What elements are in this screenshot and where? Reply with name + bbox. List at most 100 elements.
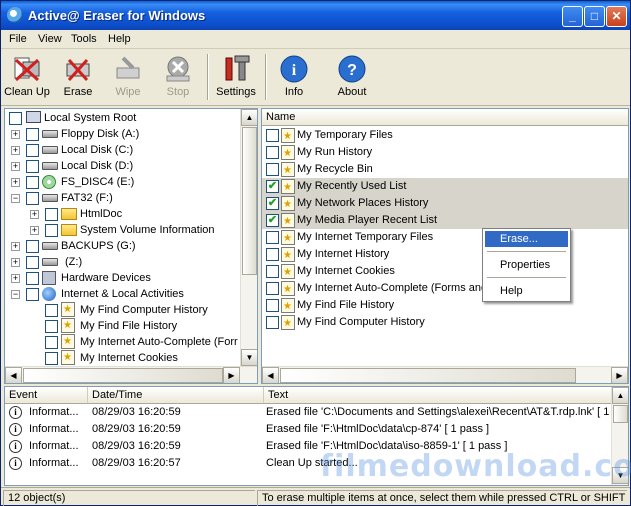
scroll-thumb[interactable] — [242, 127, 257, 275]
tree-checkbox[interactable] — [26, 256, 39, 269]
list-item-checkbox[interactable]: ✔ — [266, 180, 279, 193]
settings-button[interactable]: Settings — [213, 52, 259, 102]
globe-icon — [42, 287, 56, 301]
tree-checkbox[interactable] — [26, 160, 39, 173]
expand-toggle[interactable]: + — [11, 274, 20, 283]
expand-toggle[interactable]: + — [11, 242, 20, 251]
expand-toggle[interactable]: + — [11, 258, 20, 267]
list-horizontal-scrollbar[interactable]: ◀ ▶ — [262, 366, 628, 383]
tree-checkbox[interactable] — [45, 224, 58, 237]
expand-toggle[interactable]: + — [30, 226, 39, 235]
cd-drive-icon — [42, 175, 56, 189]
tree-checkbox[interactable] — [45, 320, 58, 333]
app-icon — [7, 7, 23, 23]
tree-checkbox[interactable] — [26, 272, 39, 285]
context-properties[interactable]: Properties — [485, 257, 568, 273]
expand-toggle[interactable]: + — [11, 130, 20, 139]
history-item-icon — [61, 350, 75, 366]
list-item-checkbox[interactable] — [266, 163, 279, 176]
list-item-checkbox[interactable] — [266, 299, 279, 312]
collapse-toggle[interactable]: − — [11, 194, 20, 203]
tree-checkbox[interactable] — [45, 336, 58, 349]
scroll-down-button[interactable]: ▼ — [241, 349, 257, 366]
expand-toggle[interactable]: + — [11, 162, 20, 171]
tree-checkbox[interactable] — [26, 144, 39, 157]
column-header-name[interactable]: Name — [262, 109, 628, 126]
tree-checkbox[interactable] — [26, 288, 39, 301]
column-header-datetime[interactable]: Date/Time — [88, 387, 264, 404]
list-item[interactable]: My Find File History — [262, 297, 482, 315]
drive-icon — [42, 146, 58, 154]
tree-checkbox[interactable] — [45, 208, 58, 221]
tree-checkbox[interactable] — [9, 112, 22, 125]
scroll-left-button[interactable]: ◀ — [262, 367, 279, 383]
scroll-thumb[interactable] — [280, 368, 576, 383]
column-header-text[interactable]: Text — [264, 387, 612, 404]
list-item[interactable]: ✔ My Network Places History — [262, 195, 628, 213]
list-item[interactable]: My Internet Temporary Files — [262, 229, 482, 247]
tree-checkbox[interactable] — [26, 240, 39, 253]
info-button[interactable]: i Info — [273, 52, 315, 102]
scroll-right-button[interactable]: ▶ — [611, 367, 628, 383]
list-item-checkbox[interactable]: ✔ — [266, 214, 279, 227]
context-erase[interactable]: Erase... — [485, 231, 568, 247]
erase-button[interactable]: Erase — [58, 52, 98, 102]
expand-toggle[interactable]: + — [11, 146, 20, 155]
log-row[interactable]: i Informat... 08/29/03 16:20:59 Erased file… — [5, 404, 628, 421]
log-datetime: 08/29/03 16:20:59 — [92, 406, 181, 418]
tree-checkbox[interactable] — [26, 128, 39, 141]
tree-checkbox[interactable] — [26, 176, 39, 189]
scroll-left-button[interactable]: ◀ — [5, 367, 22, 383]
tree-checkbox[interactable] — [45, 352, 58, 365]
scroll-up-button[interactable]: ▲ — [241, 109, 257, 126]
list-item[interactable]: ✔ My Media Player Recent List — [262, 212, 628, 230]
list-item-checkbox[interactable] — [266, 316, 279, 329]
list-item-checkbox[interactable] — [266, 282, 279, 295]
tree-checkbox[interactable] — [45, 304, 58, 317]
list-item-checkbox[interactable] — [266, 248, 279, 261]
scroll-thumb[interactable] — [613, 405, 628, 423]
stop-button[interactable]: Stop — [158, 52, 198, 102]
menu-view[interactable]: View — [38, 33, 62, 45]
scroll-thumb[interactable] — [23, 368, 223, 383]
list-item-checkbox[interactable] — [266, 146, 279, 159]
list-item-label: My Find Computer History — [297, 316, 425, 328]
cleanup-button[interactable]: Clean Up — [4, 52, 50, 102]
expand-toggle[interactable]: + — [30, 210, 39, 219]
history-item-icon — [281, 162, 295, 179]
expand-toggle[interactable]: + — [11, 178, 20, 187]
list-item-checkbox[interactable] — [266, 231, 279, 244]
context-help[interactable]: Help — [485, 283, 568, 299]
erase-label: Erase — [63, 86, 93, 98]
info-icon: i — [280, 55, 308, 83]
menu-help[interactable]: Help — [108, 33, 131, 45]
list-item[interactable]: My Internet Auto-Complete (Forms and — [262, 280, 487, 298]
tree-horizontal-scrollbar[interactable]: ◀ ▶ — [5, 366, 257, 383]
log-row[interactable]: i Informat... 08/29/03 16:20:59 Erased file… — [5, 421, 610, 438]
history-item-icon — [281, 315, 295, 332]
maximize-button[interactable]: □ — [584, 6, 605, 27]
title-bar[interactable]: Active@ Eraser for Windows _ □ ✕ — [1, 1, 630, 30]
wipe-button[interactable]: Wipe — [108, 52, 148, 102]
menu-tools[interactable]: Tools — [71, 33, 97, 45]
column-header-event[interactable]: Event — [5, 387, 88, 404]
list-item[interactable]: My Temporary Files — [262, 127, 482, 145]
list-item[interactable]: My Recycle Bin — [262, 161, 482, 179]
tree-vertical-scrollbar[interactable]: ▲ ▼ — [240, 109, 257, 366]
list-item[interactable]: My Find Computer History — [262, 314, 482, 332]
menu-file[interactable]: File — [9, 33, 27, 45]
tree-checkbox[interactable] — [26, 192, 39, 205]
minimize-button[interactable]: _ — [562, 6, 583, 27]
close-button[interactable]: ✕ — [606, 6, 627, 27]
list-item[interactable]: ✔ My Recently Used List — [262, 178, 628, 196]
list-item-checkbox[interactable] — [266, 265, 279, 278]
list-item-checkbox[interactable]: ✔ — [266, 197, 279, 210]
scroll-up-button[interactable]: ▲ — [612, 387, 628, 404]
scroll-right-button[interactable]: ▶ — [223, 367, 240, 383]
collapse-toggle[interactable]: − — [11, 290, 20, 299]
list-item-checkbox[interactable] — [266, 129, 279, 142]
list-item[interactable]: My Run History — [262, 144, 482, 162]
about-button[interactable]: ? About — [331, 52, 373, 102]
list-item[interactable]: My Internet History — [262, 246, 482, 264]
list-item[interactable]: My Internet Cookies — [262, 263, 482, 281]
